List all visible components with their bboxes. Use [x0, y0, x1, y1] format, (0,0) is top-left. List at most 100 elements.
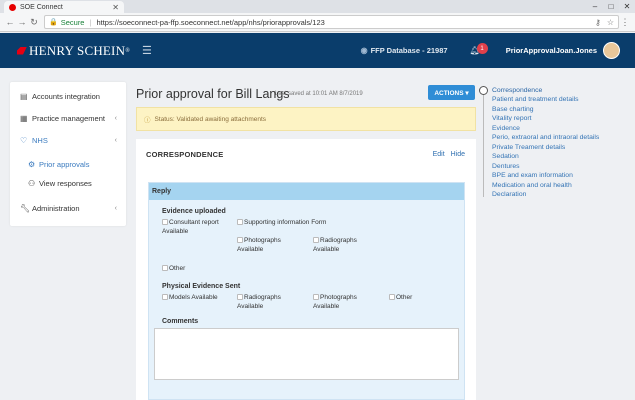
actions-button[interactable]: ACTIONS ▾: [428, 85, 475, 100]
toc-item-sedation[interactable]: Sedation: [492, 153, 519, 160]
toc-current-marker-icon: [479, 86, 488, 95]
separator: |: [89, 17, 92, 27]
sidebar-item-prior-approvals[interactable]: ⚙ Prior approvals: [10, 155, 126, 173]
checkbox-models[interactable]: Models Available: [162, 293, 218, 302]
option-label: Other: [169, 265, 186, 272]
toc-item-bpe-exam[interactable]: BPE and exam information: [492, 172, 573, 179]
sidebar-item-view-responses[interactable]: ⚇ View responses: [10, 174, 126, 192]
minimize-icon[interactable]: –: [587, 0, 603, 13]
status-text: Status: Validated awaiting attachments: [154, 115, 267, 123]
lock-icon: 🔒: [49, 19, 58, 26]
toc-item-correspondence[interactable]: Correspondence: [492, 87, 542, 94]
checkbox-physical-photographs[interactable]: Photographs Available: [313, 293, 373, 311]
toc-item-vitality-report[interactable]: Vitality report: [492, 115, 532, 122]
sidebar: ▤ Accounts integration ▦ Practice manage…: [10, 82, 126, 226]
close-tab-icon[interactable]: ✕: [112, 3, 119, 12]
checkbox-physical-radiographs[interactable]: Radiographs Available: [237, 293, 297, 311]
option-label: Other: [396, 294, 413, 301]
option-label: Radiographs Available: [237, 294, 281, 310]
checkbox-photographs[interactable]: Photographs Available: [237, 236, 297, 254]
sidebar-item-label: Administration: [32, 203, 80, 213]
option-label: Models Available: [169, 294, 218, 301]
reply-panel: Reply Evidence uploaded Consultant repor…: [148, 182, 465, 400]
checkbox-physical-other[interactable]: Other: [389, 293, 412, 302]
window-controls: – □ ✕: [587, 0, 635, 13]
toc-item-perio-details[interactable]: Perio, extraoral and intraoral details: [492, 134, 599, 141]
notification-badge: 1: [476, 43, 488, 54]
hide-link[interactable]: Hide: [451, 151, 465, 158]
checkbox-box[interactable]: [162, 265, 168, 272]
checkbox-box[interactable]: [162, 294, 168, 301]
gear-icon: ⚙: [28, 159, 36, 169]
user-name[interactable]: PriorApprovalJoan.Jones: [506, 46, 597, 55]
wrench-icon: 🔧︎: [20, 203, 31, 213]
header-right: ◉ FFP Database - 21987 🔔︎ 1 PriorApprova…: [361, 42, 620, 59]
evidence-heading: Evidence uploaded: [162, 208, 226, 215]
toc-item-private-treatment[interactable]: Private Treament details: [492, 144, 565, 151]
app-header: HENRY SCHEIN ® ☰ ◉ FFP Database - 21987 🔔…: [0, 33, 635, 68]
toc-item-medication[interactable]: Medication and oral health: [492, 182, 572, 189]
logo-mark-icon: [17, 46, 27, 55]
database-icon: ◉: [360, 46, 368, 55]
toc-item-evidence[interactable]: Evidence: [492, 125, 520, 132]
checkbox-other-evidence[interactable]: Other: [162, 264, 185, 273]
checkbox-radiographs[interactable]: Radiographs Available: [313, 236, 373, 254]
sidebar-item-label: Prior approvals: [39, 159, 90, 169]
checkbox-box[interactable]: [237, 294, 243, 301]
checkbox-consultant-report[interactable]: Consultant report Available: [162, 218, 234, 236]
calendar-icon: ▦: [20, 113, 28, 123]
avatar[interactable]: [603, 42, 620, 59]
sidebar-item-label: Accounts integration: [32, 91, 100, 101]
chevron-left-icon: ‹: [114, 204, 117, 212]
url-input[interactable]: 🔒 Secure | https://soeconnect-pa-ffp.soe…: [44, 15, 619, 29]
database-label: FFP Database - 21987: [370, 46, 448, 55]
toc-item-base-charting[interactable]: Base charting: [492, 106, 534, 113]
checkbox-box[interactable]: [237, 237, 243, 244]
info-icon: ⓘ: [144, 117, 151, 124]
brand-name: HENRY SCHEIN: [29, 42, 126, 58]
database-selector[interactable]: ◉ FFP Database - 21987: [361, 46, 448, 55]
key-icon[interactable]: ⚷: [595, 18, 601, 27]
option-label: Photographs Available: [313, 294, 357, 310]
hamburger-menu-icon[interactable]: ☰: [142, 44, 152, 57]
last-saved-text: Last saved at 10:01 AM 8/7/2019: [275, 91, 363, 97]
status-banner: ⓘ Status: Validated awaiting attachments: [136, 107, 476, 131]
toc-item-dentures[interactable]: Dentures: [492, 163, 520, 170]
tab-title: SOE Connect: [20, 3, 63, 11]
checkbox-box[interactable]: [389, 294, 395, 301]
toc-line: [483, 94, 484, 197]
sidebar-item-accounts-integration[interactable]: ▤ Accounts integration: [10, 85, 126, 107]
sidebar-item-administration[interactable]: 🔧︎ Administration ‹: [10, 197, 126, 219]
people-icon: ⚇: [28, 178, 36, 188]
checkbox-box[interactable]: [313, 294, 319, 301]
reload-icon[interactable]: ↻: [28, 17, 40, 28]
browser-menu-icon[interactable]: ⋮: [619, 17, 631, 28]
sidebar-item-nhs[interactable]: ♡ NHS ‹: [10, 129, 126, 151]
edit-link[interactable]: Edit: [433, 151, 445, 158]
notifications-button[interactable]: 🔔︎ 1: [470, 43, 488, 55]
close-window-icon[interactable]: ✕: [619, 0, 635, 13]
option-label: Consultant report Available: [162, 219, 219, 235]
sidebar-item-label: NHS: [32, 135, 48, 145]
brand-logo[interactable]: HENRY SCHEIN ®: [17, 43, 130, 59]
secure-label: Secure: [60, 17, 85, 27]
checkbox-box[interactable]: [313, 237, 319, 244]
star-icon[interactable]: ☆: [607, 18, 614, 27]
browser-tab[interactable]: SOE Connect ✕: [4, 1, 124, 13]
url-text: https://soeconnect-pa-ffp.soeconnect.net…: [96, 17, 325, 27]
maximize-icon[interactable]: □: [603, 0, 619, 13]
comments-textarea[interactable]: [154, 328, 459, 380]
sidebar-item-practice-management[interactable]: ▦ Practice management ‹: [10, 107, 126, 129]
option-label: Supporting information Form: [244, 219, 327, 226]
comments-label: Comments: [162, 318, 199, 325]
checkbox-supporting-information[interactable]: Supporting information Form: [237, 218, 326, 227]
toc-item-declaration[interactable]: Declaration: [492, 191, 526, 198]
favicon-icon: [9, 3, 16, 11]
forward-icon[interactable]: →: [16, 17, 28, 27]
address-bar: ← → ↻ 🔒 Secure | https://soeconnect-pa-f…: [0, 13, 635, 32]
checkbox-box[interactable]: [237, 219, 243, 226]
back-icon[interactable]: ←: [4, 17, 16, 27]
checkbox-box[interactable]: [162, 219, 168, 226]
toc-item-patient-details[interactable]: Patient and treatment details: [492, 96, 579, 103]
list-icon: ▤: [20, 91, 28, 101]
